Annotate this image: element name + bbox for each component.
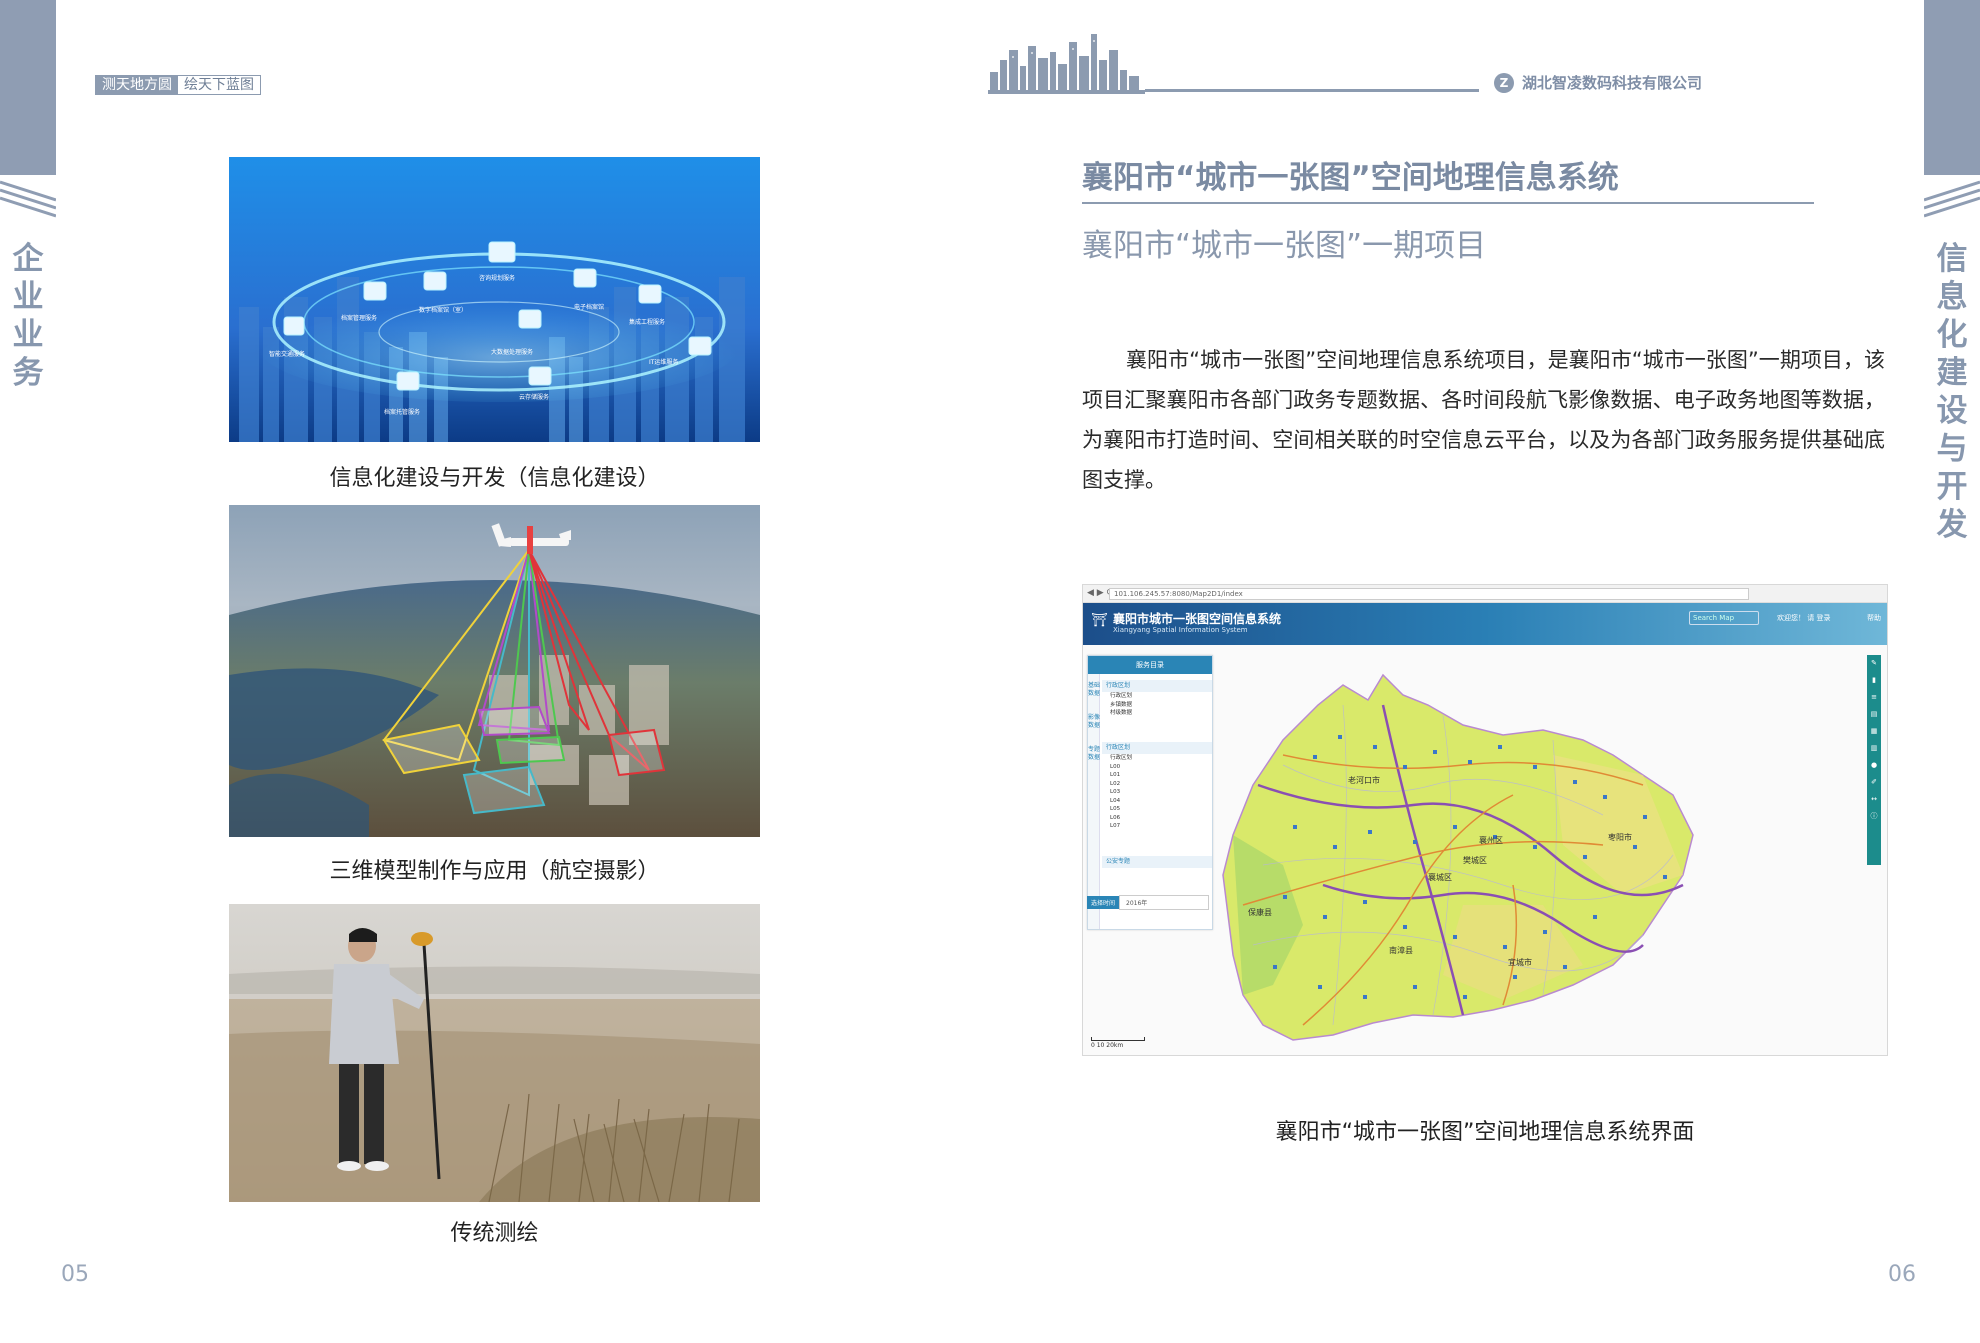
map-label-6: 南漳县 — [1389, 946, 1413, 955]
left-side-stripes — [0, 180, 56, 218]
layer-item[interactable]: 行政区划 — [1102, 692, 1212, 701]
panel-tab-column: 基础数据 影像数据 专题数据 — [1088, 674, 1100, 929]
panel-tab-imagery[interactable]: 影像数据 — [1088, 706, 1100, 738]
help-link[interactable]: 帮助 — [1867, 613, 1881, 623]
time-selector: 选择时间 2016年 — [1087, 895, 1213, 911]
layer-item[interactable]: L02 — [1102, 780, 1212, 789]
time-selector-label: 选择时间 — [1087, 896, 1120, 909]
wrench-icon[interactable]: ✎ — [1867, 655, 1881, 672]
map-label-1: 樊城区 — [1463, 856, 1487, 865]
surveying-caption: 传统测绘 — [450, 1221, 539, 1246]
service-label-5: 大数据处理服务 — [491, 349, 534, 356]
layer-item[interactable]: L05 — [1102, 805, 1212, 814]
left-side-tab: 企业业务 — [0, 0, 56, 1343]
layer-item[interactable]: L01 — [1102, 771, 1212, 780]
service-label-3: 咨询规划服务 — [479, 275, 516, 282]
grid-icon[interactable]: ▦ — [1867, 723, 1881, 740]
app-header: ⛩ 襄阳市城市一张图空间信息系统 Xiangyang Spatial Infor… — [1083, 603, 1887, 645]
map-toolbar: ✎ ▮ ≡ ▤ ▦ ▥ ● ✐ ↔ ⓘ — [1867, 655, 1881, 865]
map-label-2: 襄州区 — [1479, 836, 1503, 845]
print-icon[interactable]: ▤ — [1867, 706, 1881, 723]
left-side-label: 企业业务 — [12, 241, 44, 391]
browser-bar: ◀ ▶ ⟳ 101.106.245.57:8080/Map2D1/index — [1083, 585, 1887, 603]
measure-icon[interactable]: ↔ — [1867, 791, 1881, 808]
aerial-photo — [229, 505, 760, 837]
informatization-caption: 信息化建设与开发（信息化建设） — [329, 466, 660, 491]
map-label-0: 老河口市 — [1348, 776, 1380, 785]
browser-url: 101.106.245.57:8080/Map2D1/index — [1109, 588, 1749, 600]
layer-item[interactable]: 行政区划 — [1102, 754, 1212, 763]
service-label-4: 档案托管服务 — [384, 409, 421, 416]
map-label-7: 宜城市 — [1508, 958, 1532, 967]
service-label-1: 档案管理服务 — [341, 315, 378, 322]
company-name: 湖北智凌数码科技有限公司 — [1522, 74, 1703, 92]
service-label-8: IT运维服务 — [649, 359, 679, 366]
right-side-stripes — [1924, 180, 1980, 218]
map-label-3: 枣阳市 — [1608, 833, 1632, 842]
layer-item[interactable]: L06 — [1102, 814, 1212, 823]
layer-item[interactable]: 乡镇数据 — [1102, 701, 1212, 710]
slogan-part2: 绘天下蓝图 — [178, 76, 260, 94]
service-label-7: 集成工程服务 — [629, 319, 666, 326]
map-search-input[interactable]: Search Map — [1689, 611, 1759, 625]
left-page-number: 05 — [61, 1262, 89, 1287]
panel-title: 服务目录 — [1088, 656, 1212, 674]
page-title: 襄阳市“城市一张图”空间地理信息系统 — [1082, 160, 1619, 196]
layer-item[interactable]: 村级数据 — [1102, 709, 1212, 718]
screenshot-caption: 襄阳市“城市一张图”空间地理信息系统界面 — [1275, 1120, 1695, 1145]
service-label-2: 数字档案馆（室） — [419, 307, 468, 314]
info-icon[interactable]: ⓘ — [1867, 808, 1881, 825]
right-side-band — [1924, 0, 1980, 175]
group-header[interactable]: 行政区划 — [1102, 680, 1212, 692]
page-subtitle: 襄阳市“城市一张图”一期项目 — [1082, 228, 1487, 264]
slogan-part1: 测天地方圆 — [96, 76, 178, 94]
group-header[interactable]: 行政区划 — [1102, 742, 1212, 754]
system-screenshot: ◀ ▶ ⟳ 101.106.245.57:8080/Map2D1/index ⛩… — [1082, 584, 1888, 1056]
scale-bar: 0 10 20km — [1091, 1037, 1145, 1049]
pencil-icon[interactable]: ✐ — [1867, 774, 1881, 791]
layer-item[interactable]: L00 — [1102, 763, 1212, 772]
right-side-tab: 信息化建设与开发 — [1924, 0, 1980, 1343]
panel-group-2: 行政区划 行政区划 L00 L01 L02 L03 L04 L05 L06 L0… — [1102, 742, 1212, 831]
group-header[interactable]: 公安专题 — [1102, 856, 1212, 868]
aerial-caption: 三维模型制作与应用（航空摄影） — [329, 859, 660, 884]
scale-bar-line — [1091, 1037, 1145, 1041]
app-title: 襄阳市城市一张图空间信息系统 — [1113, 612, 1282, 626]
login-link[interactable]: 欢迎您！ 请 登录 — [1777, 613, 1830, 623]
pin-icon[interactable]: ● — [1867, 757, 1881, 774]
service-catalog-panel: 服务目录 基础数据 影像数据 专题数据 行政区划 行政区划 乡镇数据 村级数据 … — [1087, 655, 1213, 930]
layer-item[interactable]: L03 — [1102, 788, 1212, 797]
panel-group-3: 公安专题 — [1102, 856, 1212, 868]
bookmark-icon[interactable]: ▮ — [1867, 672, 1881, 689]
table-icon[interactable]: ▥ — [1867, 740, 1881, 757]
company-brand: Z 湖北智凌数码科技有限公司 — [1494, 72, 1702, 93]
app-subtitle: Xiangyang Spatial Information System — [1113, 626, 1248, 634]
map-area: 老河口市 樊城区 襄州区 枣阳市 襄城区 保康县 南漳县 宜城市 服务目录 基础… — [1083, 645, 1887, 1055]
right-page-number: 06 — [1888, 1262, 1916, 1287]
app-logo-icon: ⛩ — [1091, 613, 1108, 628]
surveying-photo — [229, 904, 760, 1202]
service-label-6: 电子档案馆 — [574, 304, 605, 311]
panel-tab-thematic[interactable]: 专题数据 — [1088, 738, 1100, 770]
informatization-photo: 智能交通服务 档案管理服务 数字档案馆（室） 咨询规划服务 档案托管服务 大数据… — [229, 157, 760, 442]
layers-icon[interactable]: ≡ — [1867, 689, 1881, 706]
panel-tab-base[interactable]: 基础数据 — [1088, 674, 1100, 706]
project-description: 襄阳市“城市一张图”空间地理信息系统项目，是襄阳市“城市一张图”一期项目，该项目… — [1082, 348, 1885, 492]
title-divider — [1082, 202, 1814, 204]
panel-group-1: 行政区划 行政区划 乡镇数据 村级数据 — [1102, 680, 1212, 718]
company-logo-icon: Z — [1494, 72, 1514, 93]
service-label-9: 云存储服务 — [519, 394, 550, 401]
scale-bar-text: 0 10 20km — [1091, 1042, 1124, 1049]
time-selector-value[interactable]: 2016年 — [1119, 895, 1210, 910]
layer-item[interactable]: L04 — [1102, 797, 1212, 806]
map-label-4: 襄城区 — [1428, 873, 1452, 882]
slogan: 测天地方圆 绘天下蓝图 — [95, 75, 261, 95]
header-rule — [1145, 89, 1479, 92]
map-label-5: 保康县 — [1248, 908, 1272, 917]
right-side-label: 信息化建设与开发 — [1936, 241, 1968, 543]
skyline-graphic — [988, 34, 1145, 94]
service-label-0: 智能交通服务 — [269, 351, 306, 358]
layer-item[interactable]: L07 — [1102, 822, 1212, 831]
left-side-band — [0, 0, 56, 175]
